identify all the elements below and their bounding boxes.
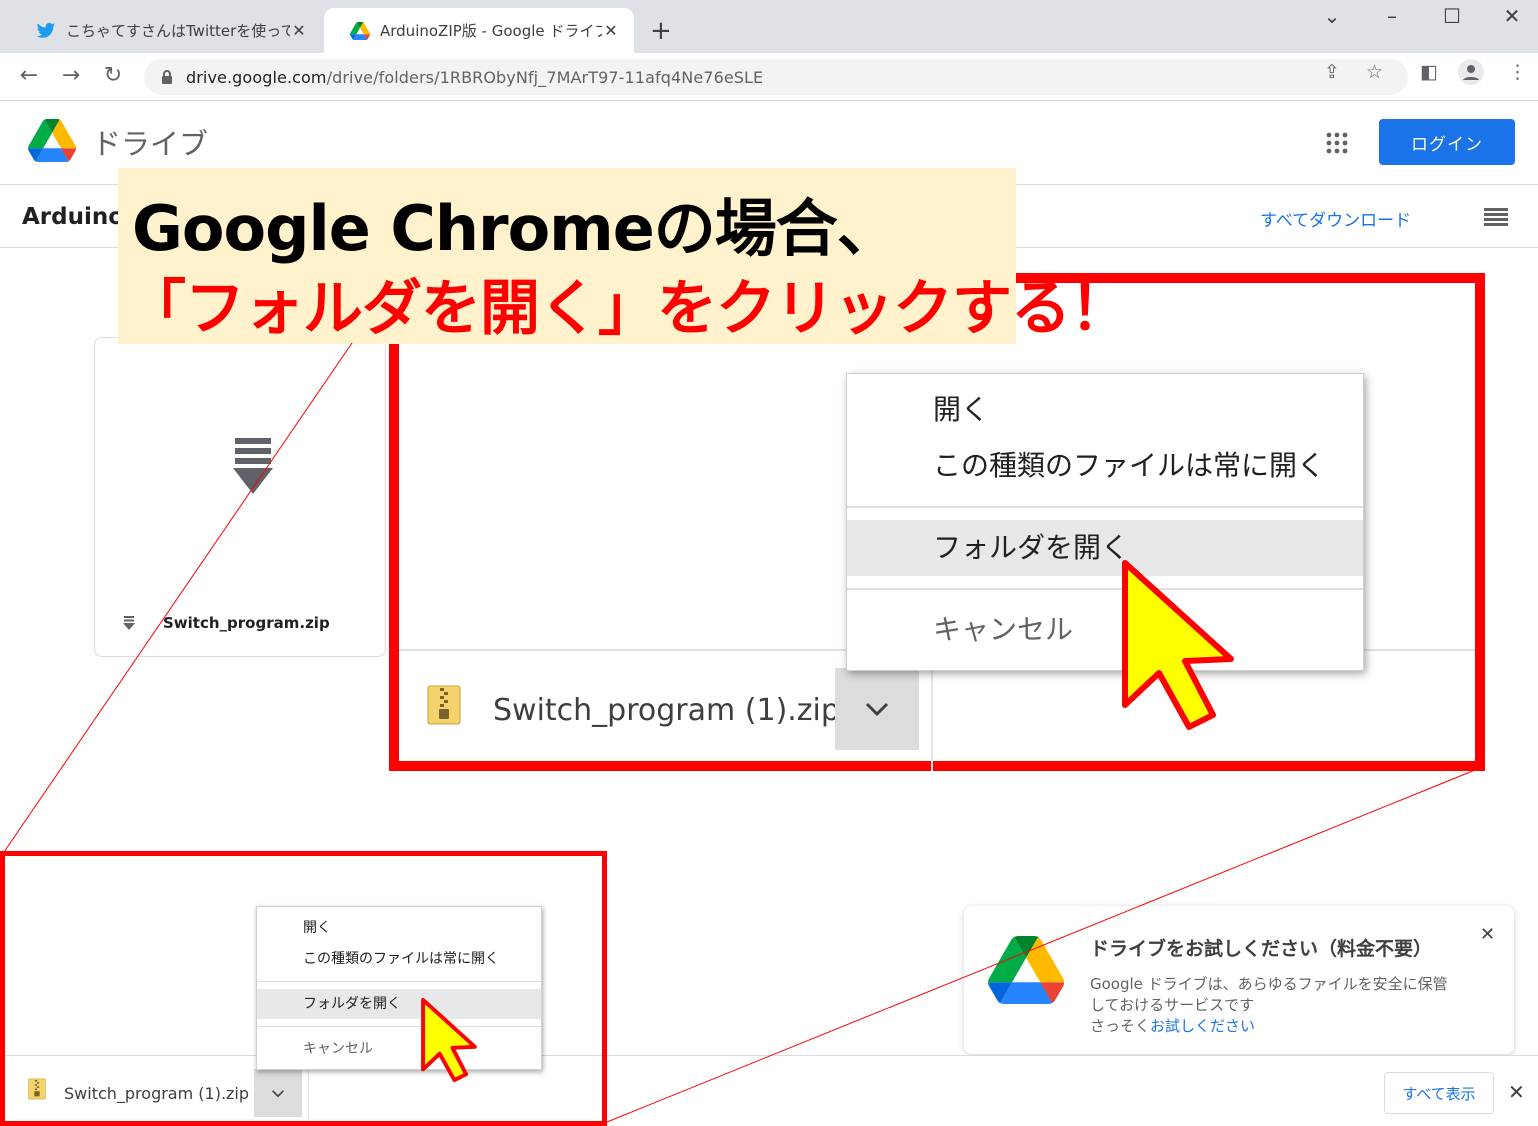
drive-promo-popup: ドライブをお試しください（料金不要） Google ドライブは、あらゆるファイル… [964, 906, 1514, 1054]
apps-grid-icon[interactable] [1325, 131, 1349, 155]
google-drive-logo-icon [28, 119, 76, 162]
chevron-down-icon [865, 702, 889, 717]
side-panel-icon[interactable]: ◧ [1420, 61, 1438, 83]
file-card-name: Switch_program.zip [163, 614, 330, 632]
tab-strip: こちゃてすさんはTwitterを使っています ✕ ArduinoZIP版 - G… [0, 0, 1538, 53]
minimize-icon[interactable]: – [1372, 4, 1412, 28]
promo-body-line2: しておけるサービスです [1090, 996, 1255, 1014]
back-arrow-icon[interactable]: ← [14, 63, 44, 89]
list-view-icon[interactable] [1484, 208, 1508, 226]
lock-icon [162, 70, 172, 84]
menu-separator [847, 588, 1363, 590]
tab-close-icon[interactable]: ✕ [290, 21, 308, 40]
menu-item-open-folder[interactable]: フォルダを開く [847, 520, 1363, 576]
forward-arrow-icon[interactable]: → [56, 63, 86, 89]
zip-small-icon [123, 616, 135, 630]
tab-drive[interactable]: ArduinoZIP版 - Google ドライブ ✕ [324, 8, 634, 53]
download-file-name[interactable]: Switch_program (1).zip [493, 693, 840, 728]
file-card-footer: Switch_program.zip [123, 614, 330, 632]
address-bar[interactable]: drive.google.com/drive/folders/1RBRObyNf… [144, 59, 1408, 95]
share-icon[interactable]: ⇪ [1324, 61, 1340, 83]
bookmark-star-icon[interactable]: ☆ [1366, 61, 1383, 83]
promo-try-link[interactable]: お試しください [1150, 1017, 1255, 1035]
menu-item-cancel[interactable]: キャンセル [847, 602, 1363, 658]
zoomed-highlight-box: Switch_program (1).zip 開く この種類のファイルは常に開く… [389, 273, 1485, 771]
callout-line1: Google Chromeの場合、 [132, 192, 899, 265]
google-drive-logo-icon [988, 936, 1064, 1004]
google-drive-icon [350, 21, 370, 40]
mouse-pointer-icon [1122, 560, 1234, 730]
twitter-bird-icon [36, 22, 56, 38]
show-all-downloads-button[interactable]: すべて表示 [1384, 1072, 1494, 1114]
context-menu-zoomed: 開く この種類のファイルは常に開く フォルダを開く キャンセル [846, 373, 1364, 671]
browser-toolbar: ← → ↻ drive.google.com/drive/folders/1RB… [0, 53, 1538, 101]
url-path: /drive/folders/1RBRObyNfj_7MArT97-11afq4… [326, 67, 764, 87]
tab-title: こちゃてすさんはTwitterを使っています [66, 22, 290, 40]
maximize-icon[interactable]: ☐ [1432, 4, 1472, 28]
kebab-menu-icon[interactable]: ⋮ [1508, 61, 1527, 83]
file-card[interactable]: Switch_program.zip [94, 337, 386, 657]
tab-title: ArduinoZIP版 - Google ドライブ [380, 22, 602, 40]
menu-separator [847, 506, 1363, 508]
menu-item-open[interactable]: 開く [847, 382, 1363, 438]
product-name: ドライブ [92, 127, 209, 161]
promo-close-icon[interactable]: ✕ [1480, 924, 1495, 945]
menu-item-always-open[interactable]: この種類のファイルは常に開く [847, 438, 1363, 494]
new-tab-button[interactable]: + [650, 16, 672, 46]
zip-archive-icon [427, 685, 461, 725]
window-close-icon[interactable]: ✕ [1492, 4, 1532, 28]
url-host: drive.google.com [186, 67, 327, 87]
tab-twitter[interactable]: こちゃてすさんはTwitterを使っています ✕ [10, 8, 322, 53]
download-options-button[interactable] [835, 668, 919, 750]
promo-body-prefix: さっそく [1090, 1017, 1151, 1035]
zip-file-icon [233, 438, 273, 494]
reload-icon[interactable]: ↻ [98, 63, 128, 89]
tab-close-icon[interactable]: ✕ [602, 21, 620, 40]
download-all-link[interactable]: すべてダウンロード [1260, 206, 1411, 231]
promo-body-line1: Google ドライブは、あらゆるファイルを安全に保管 [1090, 975, 1448, 993]
url-text: drive.google.com/drive/folders/1RBRObyNf… [186, 68, 763, 87]
profile-avatar-icon[interactable] [1458, 59, 1484, 90]
original-highlight-box [0, 851, 607, 1126]
callout-line2: 「フォルダを開く」をクリックする！ [126, 274, 1130, 344]
download-bar-close-icon[interactable]: ✕ [1508, 1080, 1525, 1104]
instruction-callout: Google Chromeの場合、 「フォルダを開く」をクリックする！ [118, 168, 1130, 344]
promo-body: Google ドライブは、あらゆるファイルを安全に保管 しておけるサービスです … [1090, 974, 1500, 1037]
tab-search-chevron-icon[interactable]: ⌄ [1312, 4, 1352, 28]
login-button[interactable]: ログイン [1379, 119, 1515, 165]
promo-body-line3: さっそくお試しください [1090, 1016, 1500, 1037]
promo-title: ドライブをお試しください（料金不要） [1090, 938, 1433, 960]
